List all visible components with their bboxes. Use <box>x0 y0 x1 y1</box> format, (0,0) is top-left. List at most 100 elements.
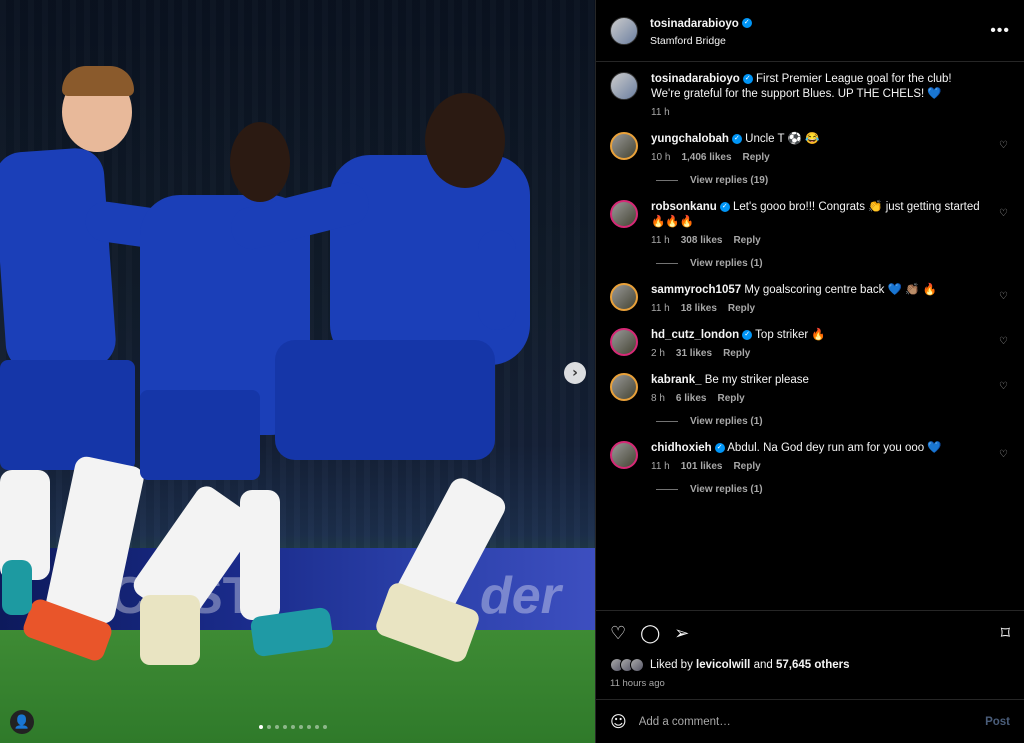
heart-icon[interactable]: ♡ <box>610 623 626 644</box>
board-text: der <box>480 567 561 625</box>
reply-button[interactable]: Reply <box>728 303 755 314</box>
author-avatar[interactable] <box>610 16 638 45</box>
verified-badge-icon: ✓ <box>742 73 753 84</box>
comment-like-heart-icon[interactable]: ♡ <box>999 291 1008 302</box>
more-horizontal-icon: ••• <box>990 21 1010 39</box>
view-replies-button[interactable]: View replies (1) <box>656 258 1010 269</box>
caption-avatar[interactable] <box>610 72 638 100</box>
next-slide-button[interactable]: › <box>564 362 586 384</box>
comment-text: Be my striker please <box>704 374 809 386</box>
post-time[interactable]: 11 hours ago <box>596 672 1024 699</box>
comment-username[interactable]: sammyroch1057 <box>651 284 741 296</box>
commenter-avatar[interactable] <box>610 283 638 311</box>
add-comment-bar: ☺ Post <box>596 699 1024 743</box>
comment-text: Top striker 🔥 <box>755 329 826 341</box>
comment-time: 11 h <box>651 235 670 246</box>
emoji-icon[interactable]: ☺ <box>610 712 627 731</box>
user-tag-button[interactable]: 👤 <box>10 710 34 734</box>
author-username[interactable]: tosinadarabioyo <box>650 18 739 30</box>
carousel-dot <box>267 725 271 729</box>
post-header: tosinadarabioyo ✓ Stamford Bridge ••• <box>596 0 1024 62</box>
comment-time: 8 h <box>651 393 665 404</box>
verified-badge-icon: ✓ <box>741 17 752 28</box>
verified-badge-icon: ✓ <box>714 442 725 453</box>
verified-badge-icon: ✓ <box>742 329 753 340</box>
view-replies-button[interactable]: View replies (1) <box>656 484 1010 495</box>
liked-by-others[interactable]: 57,645 others <box>776 659 850 671</box>
comment-like-heart-icon[interactable]: ♡ <box>999 336 1008 347</box>
carousel-dot <box>259 725 263 729</box>
liked-by-user[interactable]: levicolwill <box>696 659 750 671</box>
comment-item: hd_cutz_london ✓ Top striker 🔥 2 h 31 likes… <box>610 328 1010 359</box>
comment-username[interactable]: chidhoxieh <box>651 442 712 454</box>
carousel-dot <box>315 725 319 729</box>
comment-text: Uncle T ⚽ 😂 <box>745 133 820 145</box>
view-replies-label: View replies (1) <box>690 258 763 269</box>
comment-like-heart-icon[interactable]: ♡ <box>999 449 1008 460</box>
caption: tosinadarabioyo ✓ First Premier League go… <box>610 72 1010 118</box>
reply-button[interactable]: Reply <box>733 461 760 472</box>
comment-likes[interactable]: 6 likes <box>676 393 707 404</box>
comment-text: My goalscoring centre back 💙 👏🏽 🔥 <box>744 284 937 296</box>
comment-icon[interactable]: ◯ <box>640 623 660 644</box>
reply-line <box>656 489 678 490</box>
comment-text: Abdul. Na God dey run am for you ooo 💙 <box>727 442 942 454</box>
caption-username[interactable]: tosinadarabioyo <box>651 73 740 85</box>
reply-button[interactable]: Reply <box>723 348 750 359</box>
comment-time: 11 h <box>651 461 670 472</box>
commenter-avatar[interactable] <box>610 132 638 160</box>
commenter-avatar[interactable] <box>610 441 638 469</box>
comment-item: chidhoxieh ✓ Abdul. Na God dey run am for… <box>610 441 1010 472</box>
likes-summary: Liked by levicolwill and 57,645 others <box>596 656 1024 672</box>
bookmark-icon[interactable]: ⌑ <box>1001 623 1010 644</box>
commenter-avatar[interactable] <box>610 373 638 401</box>
carousel-dot <box>283 725 287 729</box>
comment-likes[interactable]: 308 likes <box>681 235 723 246</box>
comment-like-heart-icon[interactable]: ♡ <box>999 381 1008 392</box>
chevron-right-icon: › <box>572 365 578 381</box>
view-replies-button[interactable]: View replies (1) <box>656 416 1010 427</box>
more-options-button[interactable]: ••• <box>990 22 1010 40</box>
commenter-avatar[interactable] <box>610 328 638 356</box>
carousel-dots <box>259 725 327 729</box>
liked-by-joiner: and <box>753 659 773 671</box>
reply-line <box>656 263 678 264</box>
comment-like-heart-icon[interactable]: ♡ <box>999 208 1008 219</box>
reply-button[interactable]: Reply <box>733 235 760 246</box>
comment-likes[interactable]: 1,406 likes <box>681 152 731 163</box>
carousel-dot <box>275 725 279 729</box>
post-comment-button[interactable]: Post <box>985 716 1010 728</box>
comment-time: 11 h <box>651 303 670 314</box>
share-icon[interactable]: ➢ <box>674 623 689 644</box>
comment-username[interactable]: yungchalobah <box>651 133 729 145</box>
post-sidebar: tosinadarabioyo ✓ Stamford Bridge ••• tos… <box>595 0 1024 743</box>
reply-line <box>656 421 678 422</box>
post-image[interactable]: COST der <box>0 0 595 743</box>
view-replies-label: View replies (1) <box>690 416 763 427</box>
comment-username[interactable]: robsonkanu <box>651 201 717 213</box>
post-location[interactable]: Stamford Bridge <box>650 35 990 47</box>
action-bar: ♡ ◯ ➢ ⌑ <box>596 610 1024 656</box>
comment-likes[interactable]: 18 likes <box>681 303 717 314</box>
carousel-dot <box>307 725 311 729</box>
reply-button[interactable]: Reply <box>743 152 770 163</box>
comment-item: sammyroch1057 My goalscoring centre back… <box>610 283 1010 314</box>
comment-item: yungchalobah ✓ Uncle T ⚽ 😂 10 h 1,406 likes… <box>610 132 1010 163</box>
comment-username[interactable]: hd_cutz_london <box>651 329 739 341</box>
verified-badge-icon: ✓ <box>731 133 742 144</box>
view-replies-button[interactable]: View replies (19) <box>656 175 1010 186</box>
comment-likes[interactable]: 31 likes <box>676 348 712 359</box>
verified-badge-icon: ✓ <box>719 201 730 212</box>
comment-likes[interactable]: 101 likes <box>681 461 723 472</box>
view-replies-label: View replies (1) <box>690 484 763 495</box>
liker-avatar <box>630 658 644 672</box>
comment-time: 2 h <box>651 348 665 359</box>
comment-username[interactable]: kabrank_ <box>651 374 702 386</box>
commenter-avatar[interactable] <box>610 200 638 228</box>
comment-time: 10 h <box>651 152 671 163</box>
comment-like-heart-icon[interactable]: ♡ <box>999 140 1008 151</box>
comment-item: kabrank_ Be my striker please 8 h 6 likes R… <box>610 373 1010 404</box>
reply-button[interactable]: Reply <box>718 393 745 404</box>
comment-input[interactable] <box>638 715 986 728</box>
caption-time: 11 h <box>651 107 670 118</box>
